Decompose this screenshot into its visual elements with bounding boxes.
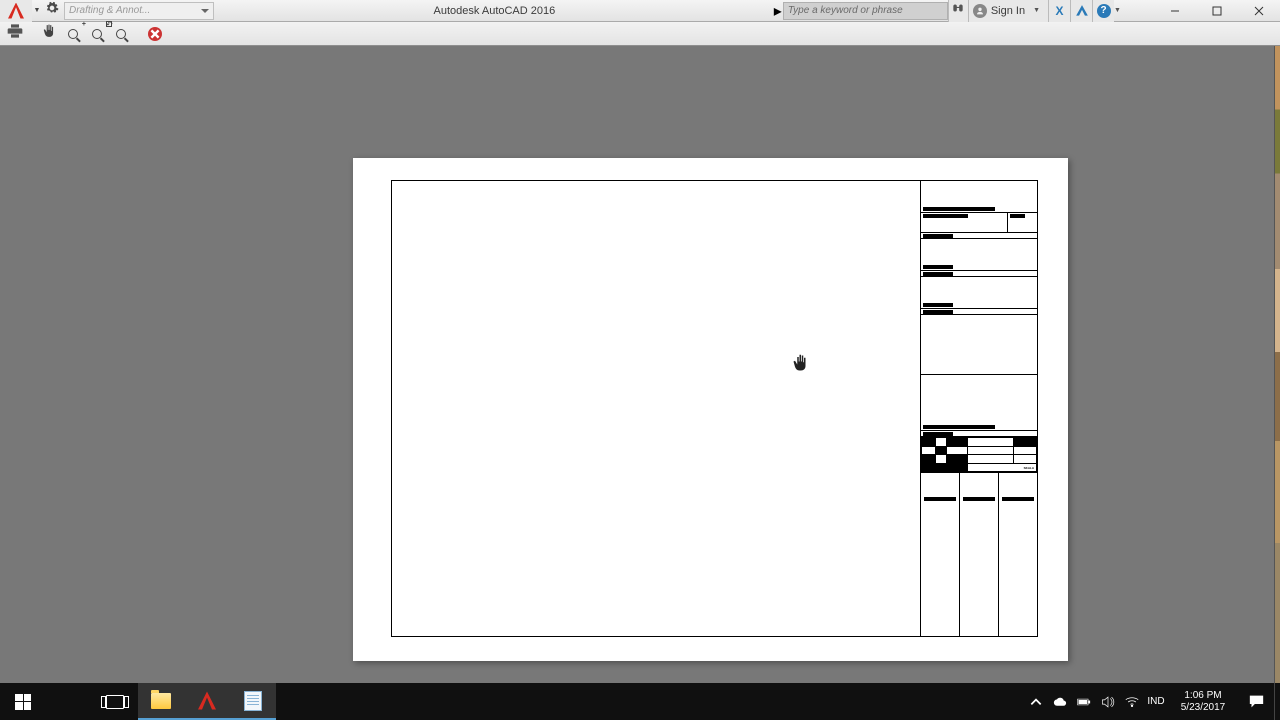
file-explorer-taskbar-button[interactable]: [138, 683, 184, 720]
tray-date: 5/23/2017: [1181, 702, 1226, 714]
autocad-icon: [197, 691, 217, 711]
infocenter-search-button[interactable]: [948, 0, 968, 22]
a360-icon: [1075, 4, 1089, 18]
zoom-in-button[interactable]: +: [62, 24, 84, 44]
pan-cursor-icon: [792, 354, 810, 372]
exchange-x-icon: X: [1055, 4, 1063, 18]
sign-in-button[interactable]: Sign In ▼: [968, 0, 1048, 22]
chevron-up-icon: [1029, 695, 1043, 709]
folder-icon: [151, 693, 171, 709]
windows-taskbar: IND 1:06 PM 5/23/2017: [0, 683, 1280, 720]
task-view-icon: [106, 695, 124, 709]
zoom-window-button[interactable]: [86, 24, 108, 44]
speaker-icon: [1101, 695, 1115, 709]
preview-toolbar: + ↶: [0, 22, 1280, 46]
window-maximize-button[interactable]: [1196, 0, 1238, 22]
close-icon: [1254, 6, 1264, 16]
plot-preview-viewport[interactable]: SKALA: [0, 46, 1280, 683]
magnifier-icon: [116, 29, 126, 39]
binoculars-icon: [951, 1, 965, 20]
window-title: Autodesk AutoCAD 2016: [216, 5, 773, 17]
autodesk-360-button[interactable]: [1070, 0, 1092, 22]
magnifier-icon: [92, 29, 102, 39]
gear-icon: [45, 1, 59, 20]
pan-tool-button[interactable]: [38, 24, 60, 44]
autocad-logo-icon: [8, 3, 24, 19]
tray-time: 1:06 PM: [1184, 690, 1221, 702]
back-badge-icon: ↶: [106, 20, 113, 29]
windows-logo-icon: [15, 694, 31, 710]
tray-clock[interactable]: 1:06 PM 5/23/2017: [1168, 690, 1238, 714]
infocenter-search-input[interactable]: Type a keyword or phrase: [783, 2, 948, 20]
tray-network-icon[interactable]: [1120, 683, 1144, 720]
task-view-button[interactable]: [92, 683, 138, 720]
zoom-previous-button[interactable]: ↶: [110, 24, 132, 44]
tray-onedrive-icon[interactable]: [1048, 683, 1072, 720]
title-block: SKALA: [920, 181, 1037, 636]
revision-grid: SKALA: [921, 437, 1037, 473]
notepad-taskbar-button[interactable]: [230, 683, 276, 720]
window-minimize-button[interactable]: [1154, 0, 1196, 22]
hand-icon: [42, 24, 56, 43]
exchange-apps-button[interactable]: X: [1048, 0, 1070, 22]
paper-sheet: SKALA: [353, 158, 1068, 661]
window-close-button[interactable]: [1238, 0, 1280, 22]
help-icon: ?: [1097, 4, 1111, 18]
autocad-taskbar-button[interactable]: [184, 683, 230, 720]
help-button[interactable]: ?: [1092, 0, 1114, 22]
sign-in-label: Sign In: [991, 5, 1025, 17]
battery-icon: [1077, 695, 1091, 709]
action-center-button[interactable]: [1238, 694, 1274, 709]
notification-icon: [1249, 694, 1264, 709]
user-avatar-icon: [973, 4, 987, 18]
minimize-icon: [1170, 6, 1180, 16]
workspace-selector[interactable]: Drafting & Annot...: [64, 2, 214, 20]
qat-customize-button[interactable]: [42, 0, 62, 22]
magnifier-icon: [68, 29, 78, 39]
tray-volume-icon[interactable]: [1096, 683, 1120, 720]
scale-label: SKALA: [1024, 466, 1034, 470]
app-menu-dropdown-icon[interactable]: ▼: [32, 7, 42, 14]
titlebar-right-cluster: ▸ Type a keyword or phrase Sign In ▼ X ?…: [773, 0, 1280, 22]
chevron-down-icon: ▼: [1033, 7, 1040, 14]
tray-overflow-button[interactable]: [1024, 683, 1048, 720]
close-circle-icon: [148, 27, 162, 41]
app-menu-button[interactable]: [0, 0, 32, 22]
notepad-icon: [244, 691, 262, 711]
drawing-border: SKALA: [391, 180, 1038, 637]
wifi-icon: [1125, 695, 1139, 709]
right-edge-strip: [1274, 46, 1280, 683]
tray-language-indicator[interactable]: IND: [1144, 683, 1168, 720]
cloud-icon: [1053, 695, 1067, 709]
tray-battery-icon[interactable]: [1072, 683, 1096, 720]
close-preview-button[interactable]: [144, 24, 166, 44]
title-bar: ▼ Drafting & Annot... Autodesk AutoCAD 2…: [0, 0, 1280, 22]
system-tray: IND 1:06 PM 5/23/2017: [1024, 683, 1280, 720]
cortana-search-button[interactable]: [46, 683, 92, 720]
search-expand-icon[interactable]: ▸: [773, 0, 783, 22]
help-dropdown-icon[interactable]: ▼: [1114, 7, 1124, 14]
maximize-icon: [1212, 6, 1222, 16]
show-desktop-button[interactable]: [1274, 683, 1280, 720]
plot-button[interactable]: [4, 24, 26, 44]
start-button[interactable]: [0, 683, 46, 720]
printer-icon: [7, 24, 23, 43]
